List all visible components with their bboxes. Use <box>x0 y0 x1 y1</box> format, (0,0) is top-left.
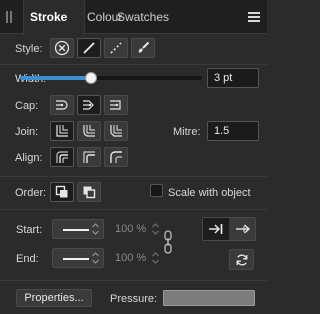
stepper-icon <box>92 252 99 264</box>
tab-swatches[interactable]: Swatches <box>117 0 181 34</box>
pressure-label: Pressure: <box>110 293 158 305</box>
pressure-curve-button[interactable] <box>163 290 255 306</box>
line-preview-icon <box>63 229 89 231</box>
align-inside-button[interactable] <box>77 147 101 167</box>
align-inside-icon <box>83 151 95 163</box>
align-center-button[interactable] <box>50 147 74 167</box>
width-slider[interactable] <box>20 72 202 84</box>
style-dashed-button[interactable] <box>104 38 128 58</box>
join-miter-button[interactable] <box>50 121 74 141</box>
brush-icon <box>138 41 150 53</box>
round-join-icon <box>83 125 95 137</box>
arrow-at-end-icon <box>209 224 223 234</box>
arrow-beyond-end-button[interactable] <box>230 218 256 240</box>
link-scale-icon[interactable] <box>162 230 174 254</box>
end-label: End: <box>16 253 39 265</box>
arrow-position-toggle[interactable] <box>202 217 256 241</box>
swap-arrowheads-button[interactable] <box>229 249 254 270</box>
start-scale-value: 100 % <box>115 223 147 235</box>
stroke-behind-fill-icon <box>55 185 68 198</box>
end-scale-value: 100 % <box>115 252 147 264</box>
join-bevel-button[interactable] <box>104 121 128 141</box>
separator <box>0 64 267 65</box>
start-arrowhead-dropdown[interactable] <box>52 219 104 239</box>
arrow-at-end-button[interactable] <box>203 218 229 240</box>
cap-round-button[interactable] <box>77 95 101 115</box>
width-slider-fill <box>20 76 91 80</box>
end-arrowhead-dropdown[interactable] <box>52 248 104 268</box>
cap-square-button[interactable] <box>104 95 128 115</box>
none-icon <box>54 40 70 56</box>
order-front-button[interactable] <box>77 182 101 202</box>
cap-butt-button[interactable] <box>50 95 74 115</box>
round-cap-icon <box>83 100 94 110</box>
arrow-beyond-end-icon <box>236 224 251 234</box>
separator <box>0 176 267 177</box>
swap-icon <box>236 254 247 265</box>
align-center-icon <box>56 151 68 163</box>
start-scale-field[interactable]: 100 % <box>113 219 161 239</box>
style-solid-button[interactable] <box>77 38 101 58</box>
properties-button[interactable]: Properties... <box>16 289 92 307</box>
mitre-value-field[interactable]: 1.5 <box>207 121 259 141</box>
scale-with-object-checkbox[interactable] <box>150 184 163 197</box>
join-label: Join: <box>15 126 39 138</box>
width-slider-thumb[interactable] <box>84 72 97 84</box>
stroke-in-front-icon <box>83 186 96 199</box>
order-label: Order: <box>15 187 47 199</box>
panel-grip-icon[interactable] <box>6 11 12 23</box>
butt-cap-icon <box>56 100 68 110</box>
dashed-line-icon <box>110 42 122 54</box>
separator <box>0 209 267 210</box>
width-value-field[interactable]: 3 pt <box>207 68 259 88</box>
scale-with-object-label: Scale with object <box>168 187 251 199</box>
tab-bar: Stroke Colour Swatches <box>0 0 267 35</box>
stepper-icon <box>152 252 159 264</box>
start-label: Start: <box>16 224 43 236</box>
solid-line-icon <box>83 42 95 54</box>
stepper-icon <box>152 223 159 235</box>
square-cap-icon <box>110 100 121 110</box>
end-scale-field[interactable]: 100 % <box>113 248 161 268</box>
line-preview-icon <box>63 258 89 260</box>
align-label: Align: <box>15 152 43 164</box>
separator <box>0 280 267 281</box>
align-outside-icon <box>110 151 122 163</box>
style-none-button[interactable] <box>50 38 74 58</box>
join-round-button[interactable] <box>77 121 101 141</box>
align-outside-button[interactable] <box>104 147 128 167</box>
bevel-join-icon <box>110 125 122 137</box>
cap-label: Cap: <box>15 100 39 112</box>
panel-menu-icon[interactable] <box>247 10 261 24</box>
miter-join-icon <box>56 125 68 137</box>
stepper-icon <box>92 223 99 235</box>
mitre-label: Mitre: <box>173 126 201 138</box>
order-behind-button[interactable] <box>50 182 74 202</box>
style-brush-button[interactable] <box>131 38 155 58</box>
tab-stroke[interactable]: Stroke <box>23 0 85 35</box>
style-label: Style: <box>15 43 43 55</box>
